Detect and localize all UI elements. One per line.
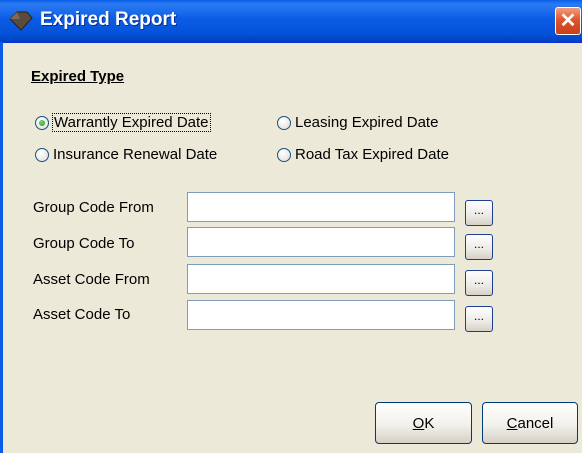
- group-code-from-browse-button[interactable]: ...: [465, 200, 493, 226]
- asset-code-to-label: Asset Code To: [33, 306, 131, 323]
- group-code-to-input[interactable]: [187, 227, 455, 257]
- radio-leasing-expired-date[interactable]: Leasing Expired Date: [277, 114, 438, 131]
- cancel-label-rest: ancel: [517, 414, 554, 432]
- asset-code-to-browse-button[interactable]: ...: [465, 306, 493, 332]
- group-code-from-input[interactable]: [187, 192, 455, 222]
- asset-code-from-label: Asset Code From: [33, 271, 150, 288]
- radio-unchecked-icon: [35, 147, 49, 162]
- asset-code-to-input[interactable]: [187, 300, 455, 330]
- radio-unchecked-icon: [277, 115, 291, 130]
- radio-insurance-renewal-date[interactable]: Insurance Renewal Date: [35, 146, 217, 163]
- radio-warrantly-expired-date[interactable]: Warrantly Expired Date: [35, 113, 211, 132]
- close-button[interactable]: ✕: [555, 7, 581, 35]
- diamond-app-icon: [9, 11, 33, 31]
- group-code-from-label: Group Code From: [33, 199, 154, 216]
- ok-mnemonic: O: [412, 414, 425, 432]
- radio-road-tax-expired-date[interactable]: Road Tax Expired Date: [277, 146, 449, 163]
- radio-checked-icon: [35, 115, 49, 130]
- radio-label: Leasing Expired Date: [295, 114, 439, 131]
- asset-code-from-input[interactable]: [187, 264, 455, 294]
- radio-unchecked-icon: [277, 147, 291, 162]
- window-frame-left: [0, 42, 3, 453]
- radio-label: Road Tax Expired Date: [295, 146, 449, 163]
- radio-label: Warrantly Expired Date: [52, 113, 211, 132]
- asset-code-from-browse-button[interactable]: ...: [465, 270, 493, 296]
- expired-type-heading: Expired Type: [31, 68, 125, 85]
- ok-button[interactable]: OK: [375, 402, 472, 444]
- expired-report-dialog: Expired Report ✕ Expired Type Warrantly …: [0, 0, 582, 453]
- title-bar[interactable]: Expired Report ✕: [0, 0, 582, 43]
- group-code-to-browse-button[interactable]: ...: [465, 234, 493, 260]
- cancel-button[interactable]: Cancel: [482, 402, 578, 444]
- ok-label-rest: K: [424, 414, 435, 432]
- window-title: Expired Report: [40, 9, 177, 30]
- radio-label: Insurance Renewal Date: [53, 146, 218, 163]
- close-icon: ✕: [559, 10, 577, 32]
- group-code-to-label: Group Code To: [33, 235, 135, 252]
- cancel-mnemonic: C: [506, 414, 518, 432]
